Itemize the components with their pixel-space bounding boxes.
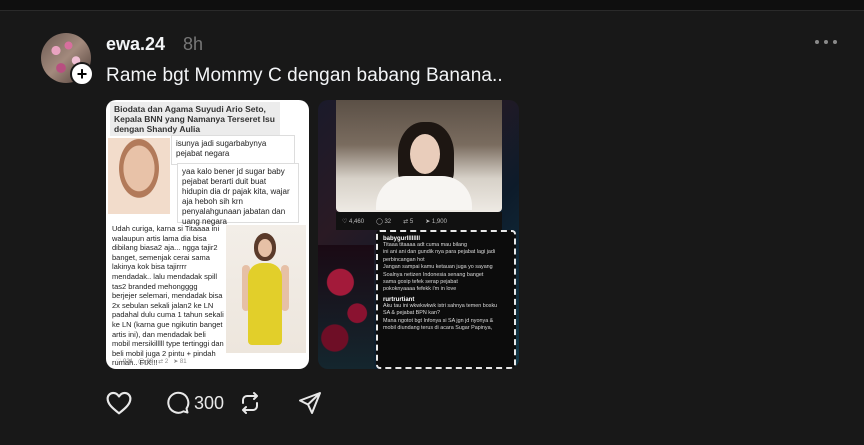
article-headline: Biodata dan Agama Suyudi Ario Seto, Kepa… <box>110 102 280 136</box>
post-image-1[interactable]: Biodata dan Agama Suyudi Ario Seto, Kepa… <box>106 100 309 369</box>
share-icon <box>299 392 321 414</box>
reply-count: 300 <box>194 392 225 413</box>
repost-icon <box>242 392 258 414</box>
post-time: 8h <box>183 34 204 54</box>
like-button[interactable] <box>106 391 154 415</box>
post-image-2[interactable]: ♡ 4,460 ◯ 32 ⇄ 5 ➤ 1,900 babygurllllllll… <box>318 100 519 369</box>
action-bar: 300 <box>106 389 322 417</box>
rose-decoration <box>318 245 374 369</box>
more-icon[interactable] <box>815 38 837 46</box>
selfie-photo <box>336 100 502 212</box>
username[interactable]: ewa.24 <box>106 34 165 55</box>
comment-bubble-2: yaa kalo bener jd sugar baby pejabat ber… <box>178 164 298 226</box>
share-button[interactable] <box>298 391 322 415</box>
portrait-photo <box>108 138 170 214</box>
comment-body: Udah curiga, karna si Titaaaa ini walaup… <box>112 224 224 368</box>
yellow-dress-photo <box>226 225 306 353</box>
reply-icon <box>167 391 190 414</box>
comment-bubble-1: isunya jadi sugarbabynya pejabat negara <box>172 136 294 164</box>
follow-plus-icon[interactable]: + <box>70 62 94 86</box>
repost-button[interactable] <box>238 391 296 415</box>
image-stats: ♡ 921 ◯ 28 ⇄ 2 ➤ 81 <box>116 359 187 365</box>
comment-screenshot: babygurllllllll Titaaa titaaaa adt cuma … <box>376 230 516 369</box>
image-stats: ♡ 4,460 ◯ 32 ⇄ 5 ➤ 1,900 <box>336 212 502 230</box>
post-caption: Rame bgt Mommy C dengan babang Banana.. <box>106 65 503 86</box>
heart-icon <box>106 391 132 415</box>
